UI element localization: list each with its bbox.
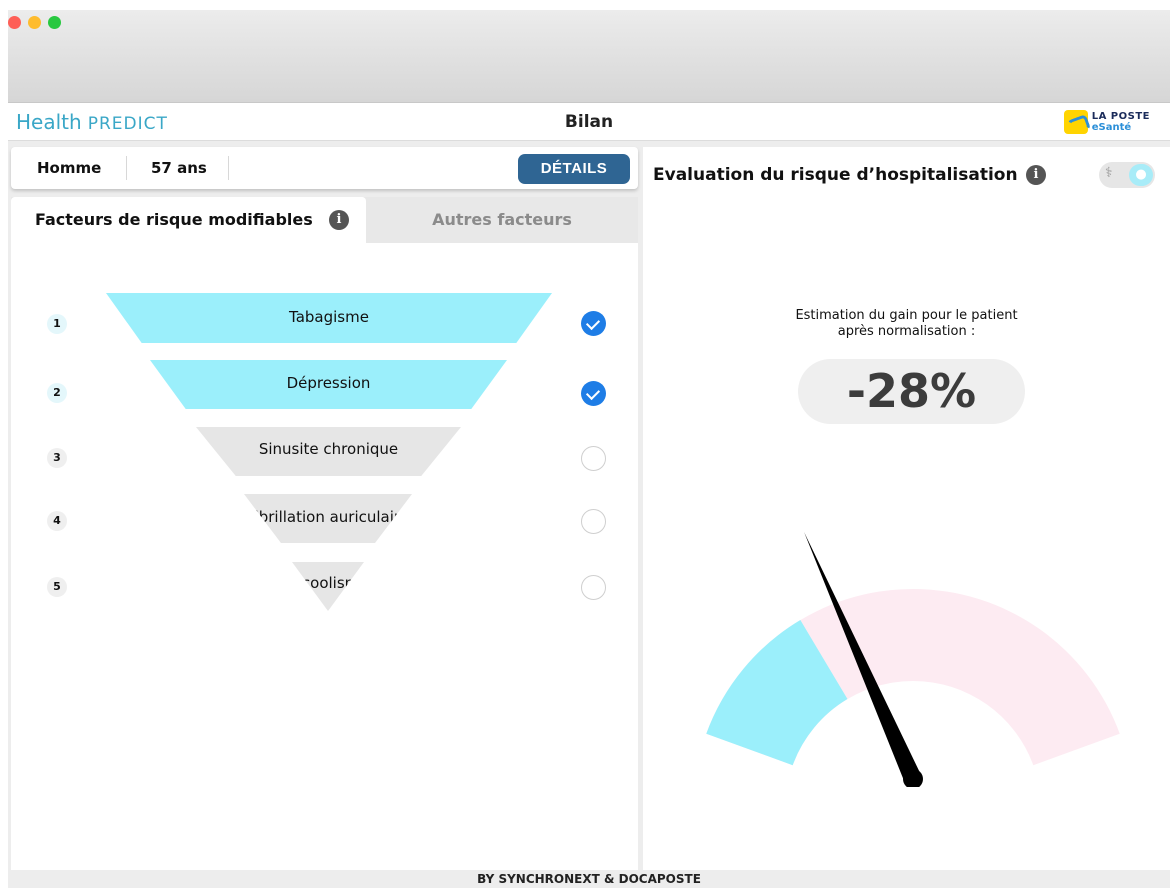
factor-label: Fibrillation auriculaire bbox=[247, 508, 409, 526]
app-window: Health PREDICT Bilan LA POSTE eSanté Homm… bbox=[8, 10, 1170, 888]
page-title: Bilan bbox=[564, 112, 614, 132]
factor-rank-5: 5 bbox=[47, 577, 67, 597]
view-mode-toggle[interactable]: ⚕ ● bbox=[1099, 162, 1155, 188]
window-titlebar bbox=[8, 10, 1170, 103]
factor-rank-4: 4 bbox=[47, 511, 67, 531]
factor-label: Sinusite chronique bbox=[258, 440, 399, 458]
funnel-level-sinusite[interactable]: Sinusite chronique bbox=[196, 427, 461, 476]
divider bbox=[126, 156, 127, 180]
factor-checkbox-2[interactable] bbox=[581, 381, 606, 406]
person-icon[interactable]: ● bbox=[1129, 164, 1153, 186]
factor-checkbox-4[interactable] bbox=[581, 509, 606, 534]
factor-checkbox-1[interactable] bbox=[581, 311, 606, 336]
factor-label: Dépression bbox=[286, 374, 371, 392]
factor-checkbox-5[interactable] bbox=[581, 575, 606, 600]
tab-label: Facteurs de risque modifiables bbox=[35, 210, 313, 229]
funnel-level-fibrillation[interactable]: Fibrillation auriculaire bbox=[244, 494, 412, 543]
factor-rank-2: 2 bbox=[47, 383, 67, 403]
stethoscope-icon[interactable]: ⚕ bbox=[1105, 165, 1113, 181]
info-icon[interactable]: i bbox=[329, 210, 349, 230]
risk-funnel: 1 Tabagisme 2 Dépression 3 Sinusite chro… bbox=[11, 243, 638, 870]
evaluation-title: Evaluation du risque d’hospitalisation bbox=[653, 165, 1018, 185]
funnel-level-depression[interactable]: Dépression bbox=[150, 360, 507, 409]
funnel-level-alcoolisme[interactable]: Alcoolisme bbox=[292, 562, 364, 611]
funnel-level-tabagisme[interactable]: Tabagisme bbox=[106, 293, 552, 343]
details-button[interactable]: DÉTAILS bbox=[518, 154, 630, 184]
factor-label: Tabagisme bbox=[289, 308, 369, 326]
gain-description: Estimation du gain pour le patient après… bbox=[643, 308, 1170, 340]
factor-rank-3: 3 bbox=[47, 448, 67, 468]
tab-other-factors[interactable]: Autres facteurs bbox=[366, 197, 638, 243]
info-icon[interactable]: i bbox=[1026, 165, 1046, 185]
minimize-window-button[interactable] bbox=[28, 16, 41, 29]
zoom-window-button[interactable] bbox=[48, 16, 61, 29]
hospitalisation-risk-panel: Evaluation du risque d’hospitalisation i… bbox=[643, 147, 1170, 870]
la-poste-esante-logo: LA POSTE eSanté bbox=[1063, 110, 1150, 134]
risk-gauge bbox=[706, 531, 1120, 787]
partner-name-line1: LA POSTE bbox=[1091, 111, 1150, 122]
footer-credits: BY SYNCHRONEXT & DOCAPOSTE bbox=[477, 872, 701, 886]
factor-rank-1: 1 bbox=[47, 314, 67, 334]
gain-line-1: Estimation du gain pour le patient bbox=[795, 308, 1018, 323]
divider bbox=[228, 156, 229, 180]
patient-summary-bar: Homme 57 ans DÉTAILS bbox=[11, 147, 638, 189]
gain-value: -28% bbox=[798, 359, 1025, 424]
gain-line-2: après normalisation : bbox=[837, 324, 976, 339]
la-poste-logo-icon bbox=[1063, 110, 1088, 134]
risk-factors-panel: Homme 57 ans DÉTAILS Facteurs de risque … bbox=[11, 147, 638, 870]
close-window-button[interactable] bbox=[8, 16, 21, 29]
app-header: Health PREDICT Bilan LA POSTE eSanté bbox=[8, 103, 1170, 141]
patient-age: 57 ans bbox=[151, 159, 207, 177]
risk-tabs: Facteurs de risque modifiables i Autres … bbox=[11, 197, 638, 243]
factor-label: Alcoolisme bbox=[287, 574, 369, 592]
patient-sex: Homme bbox=[37, 159, 102, 177]
factor-checkbox-3[interactable] bbox=[581, 446, 606, 471]
tab-modifiable-risk-factors[interactable]: Facteurs de risque modifiables i bbox=[11, 197, 366, 243]
partner-name-line2: eSanté bbox=[1091, 122, 1132, 133]
